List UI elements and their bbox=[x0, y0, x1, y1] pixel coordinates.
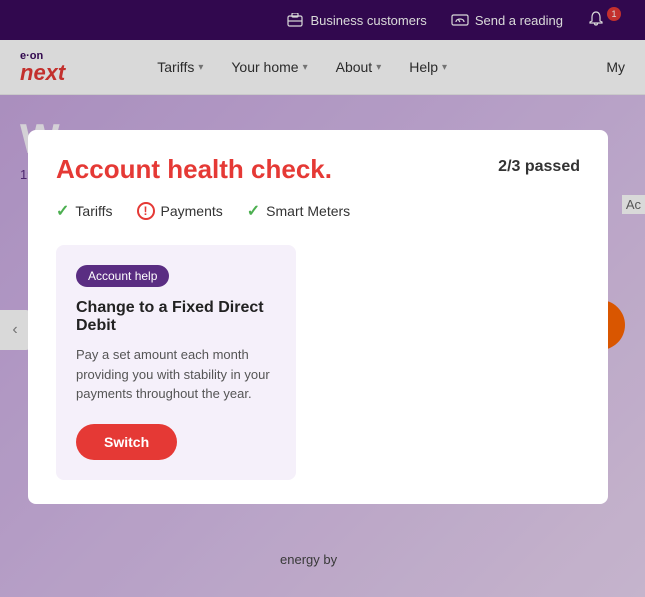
check-item-smart-meters: ✓ Smart Meters bbox=[247, 201, 350, 221]
check-smart-meters-label: Smart Meters bbox=[266, 203, 350, 219]
account-health-check-modal: Account health check. 2/3 passed ✓ Tarif… bbox=[28, 130, 608, 504]
card-title: Change to a Fixed Direct Debit bbox=[76, 299, 276, 335]
check-payments-label: Payments bbox=[161, 203, 223, 219]
check-tariffs-label: Tariffs bbox=[75, 203, 112, 219]
account-help-card: Account help Change to a Fixed Direct De… bbox=[56, 245, 296, 480]
modal-header: Account health check. 2/3 passed bbox=[56, 154, 580, 185]
check-item-tariffs: ✓ Tariffs bbox=[56, 201, 113, 221]
card-description: Pay a set amount each month providing yo… bbox=[76, 345, 276, 404]
modal-title: Account health check. bbox=[56, 154, 332, 185]
switch-button[interactable]: Switch bbox=[76, 424, 177, 460]
check-items-row: ✓ Tariffs ! Payments ✓ Smart Meters bbox=[56, 201, 580, 221]
modal-score: 2/3 passed bbox=[498, 158, 580, 176]
check-item-payments: ! Payments bbox=[137, 202, 223, 220]
check-pass-icon-2: ✓ bbox=[247, 201, 260, 221]
card-tag: Account help bbox=[76, 265, 169, 287]
check-pass-icon: ✓ bbox=[56, 201, 69, 221]
check-warn-icon: ! bbox=[137, 202, 155, 220]
